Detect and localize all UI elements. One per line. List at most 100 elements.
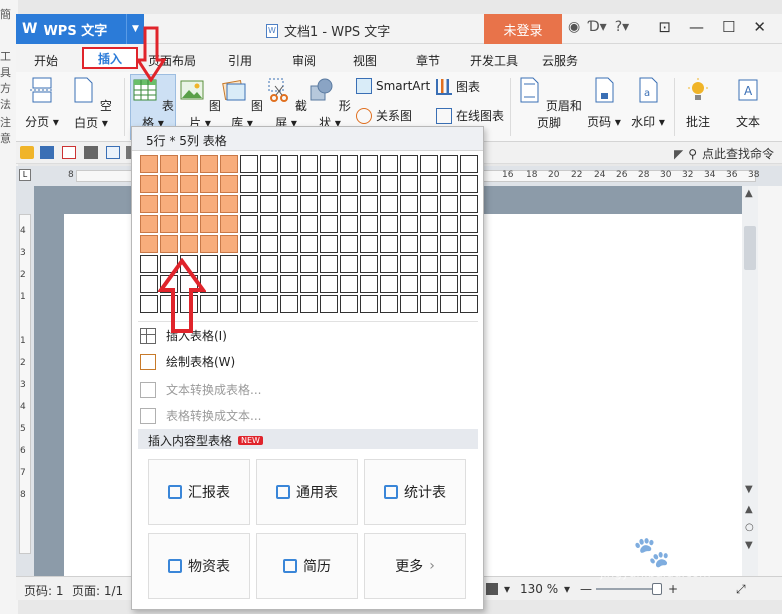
table-button[interactable]: 表格 ▾	[130, 76, 176, 131]
table-grid-cell[interactable]	[460, 275, 478, 293]
table-grid-cell[interactable]	[460, 175, 478, 193]
table-grid-cell[interactable]	[420, 255, 438, 273]
blank-page-button[interactable]: 空白页 ▾	[66, 76, 116, 131]
table-grid-cell[interactable]	[140, 275, 158, 293]
insert-table-item[interactable]: 插入表格(I)	[140, 327, 227, 344]
table-grid-cell[interactable]	[400, 275, 418, 293]
comment-button[interactable]: 批注	[680, 76, 716, 130]
table-grid-cell[interactable]	[220, 175, 238, 193]
table-grid-cell[interactable]	[460, 215, 478, 233]
table-grid-cell[interactable]	[320, 275, 338, 293]
zoom-plus-icon[interactable]: +	[668, 582, 678, 596]
table-grid-cell[interactable]	[300, 295, 318, 313]
table-grid-cell[interactable]	[420, 215, 438, 233]
table-grid-cell[interactable]	[200, 275, 218, 293]
table-grid-cell[interactable]	[240, 155, 258, 173]
table-grid-cell[interactable]	[340, 295, 358, 313]
page-number-button[interactable]: 页码 ▾	[586, 76, 622, 130]
table-grid-cell[interactable]	[460, 235, 478, 253]
table-grid-cell[interactable]	[260, 215, 278, 233]
wps-menu-dropdown-button[interactable]: ▼	[126, 14, 144, 44]
table-grid-cell[interactable]	[360, 295, 378, 313]
table-grid-cell[interactable]	[280, 215, 298, 233]
table-grid-cell[interactable]	[180, 235, 198, 253]
table-grid-cell[interactable]	[140, 175, 158, 193]
table-grid-cell[interactable]	[260, 235, 278, 253]
print-preview-icon[interactable]	[106, 146, 120, 159]
table-grid-cell[interactable]	[240, 295, 258, 313]
tab-page-layout[interactable]: 页面布局	[148, 52, 196, 69]
draw-table-item[interactable]: 绘制表格(W)	[140, 353, 235, 370]
table-grid-cell[interactable]	[160, 235, 178, 253]
table-grid-cell[interactable]	[260, 295, 278, 313]
header-footer-button[interactable]: 页眉和页脚	[516, 76, 582, 131]
table-grid-cell[interactable]	[320, 255, 338, 273]
picture-button[interactable]: 图片 ▾	[178, 76, 222, 131]
table-grid-cell[interactable]	[160, 155, 178, 173]
table-grid-cell[interactable]	[140, 235, 158, 253]
table-grid-cell[interactable]	[180, 155, 198, 173]
table-grid-cell[interactable]	[240, 255, 258, 273]
statistics-table-tile[interactable]: 统计表	[364, 459, 466, 525]
table-grid-cell[interactable]	[440, 235, 458, 253]
wps-app-button[interactable]: W WPS 文字	[16, 14, 126, 44]
table-grid-cell[interactable]	[240, 175, 258, 193]
table-grid-cell[interactable]	[280, 255, 298, 273]
table-grid-cell[interactable]	[180, 175, 198, 193]
table-grid-cell[interactable]	[340, 275, 358, 293]
table-grid-cell[interactable]	[380, 275, 398, 293]
table-grid-cell[interactable]	[260, 175, 278, 193]
minimize-icon[interactable]: —	[689, 18, 704, 36]
vertical-scrollbar[interactable]: ▲ ▼ ▲ ○ ▼	[742, 186, 758, 576]
table-grid-cell[interactable]	[160, 275, 178, 293]
table-grid-cell[interactable]	[440, 275, 458, 293]
tab-review[interactable]: 审阅	[292, 52, 316, 69]
table-grid-cell[interactable]	[400, 235, 418, 253]
table-grid-cell[interactable]	[360, 275, 378, 293]
tab-chapter[interactable]: 章节	[416, 52, 440, 69]
find-command-box[interactable]: ◤ ⚲ 点此查找命令	[674, 145, 774, 162]
table-grid-cell[interactable]	[240, 235, 258, 253]
table-grid-cell[interactable]	[340, 235, 358, 253]
open-folder-icon[interactable]	[20, 146, 34, 159]
table-grid-cell[interactable]	[340, 255, 358, 273]
font-d-icon[interactable]: Ɗ▾	[588, 19, 607, 35]
table-grid-cell[interactable]	[320, 195, 338, 213]
tab-references[interactable]: 引用	[228, 52, 252, 69]
table-grid-cell[interactable]	[360, 195, 378, 213]
table-grid-cell[interactable]	[260, 155, 278, 173]
table-grid-cell[interactable]	[220, 255, 238, 273]
table-grid-cell[interactable]	[180, 275, 198, 293]
table-grid-cell[interactable]	[420, 295, 438, 313]
tab-insert[interactable]: 插入	[82, 47, 138, 69]
next-page-icon[interactable]: ▼	[745, 540, 753, 551]
table-grid-cell[interactable]	[300, 175, 318, 193]
scrollbar-thumb[interactable]	[744, 226, 756, 270]
page-break-button[interactable]: 分页 ▾	[22, 76, 62, 130]
print-icon[interactable]	[84, 146, 98, 159]
table-grid-cell[interactable]	[320, 295, 338, 313]
table-grid-cell[interactable]	[140, 215, 158, 233]
browse-object-icon[interactable]: ○	[745, 522, 754, 533]
table-grid-cell[interactable]	[380, 155, 398, 173]
table-grid-cell[interactable]	[360, 155, 378, 173]
maximize-icon[interactable]: ☐	[722, 18, 735, 36]
table-grid-cell[interactable]	[220, 295, 238, 313]
table-grid-cell[interactable]	[380, 235, 398, 253]
table-grid-cell[interactable]	[200, 215, 218, 233]
table-grid-cell[interactable]	[300, 155, 318, 173]
materials-table-tile[interactable]: 物资表	[148, 533, 250, 599]
table-grid-cell[interactable]	[460, 295, 478, 313]
table-grid-cell[interactable]	[400, 215, 418, 233]
filter-icon[interactable]: ◤	[674, 147, 683, 161]
smartart-button[interactable]: SmartArt	[356, 78, 430, 94]
shape-button[interactable]: 形状 ▾	[308, 76, 352, 131]
scroll-up-icon[interactable]: ▲	[745, 188, 753, 199]
table-grid-cell[interactable]	[180, 215, 198, 233]
table-grid-cell[interactable]	[440, 255, 458, 273]
pin-icon[interactable]: ⊡	[658, 18, 671, 36]
gallery-button[interactable]: 图库 ▾	[220, 76, 264, 131]
watermark-button[interactable]: a 水印 ▾	[630, 76, 666, 130]
table-grid-cell[interactable]	[220, 275, 238, 293]
table-grid-cell[interactable]	[440, 195, 458, 213]
